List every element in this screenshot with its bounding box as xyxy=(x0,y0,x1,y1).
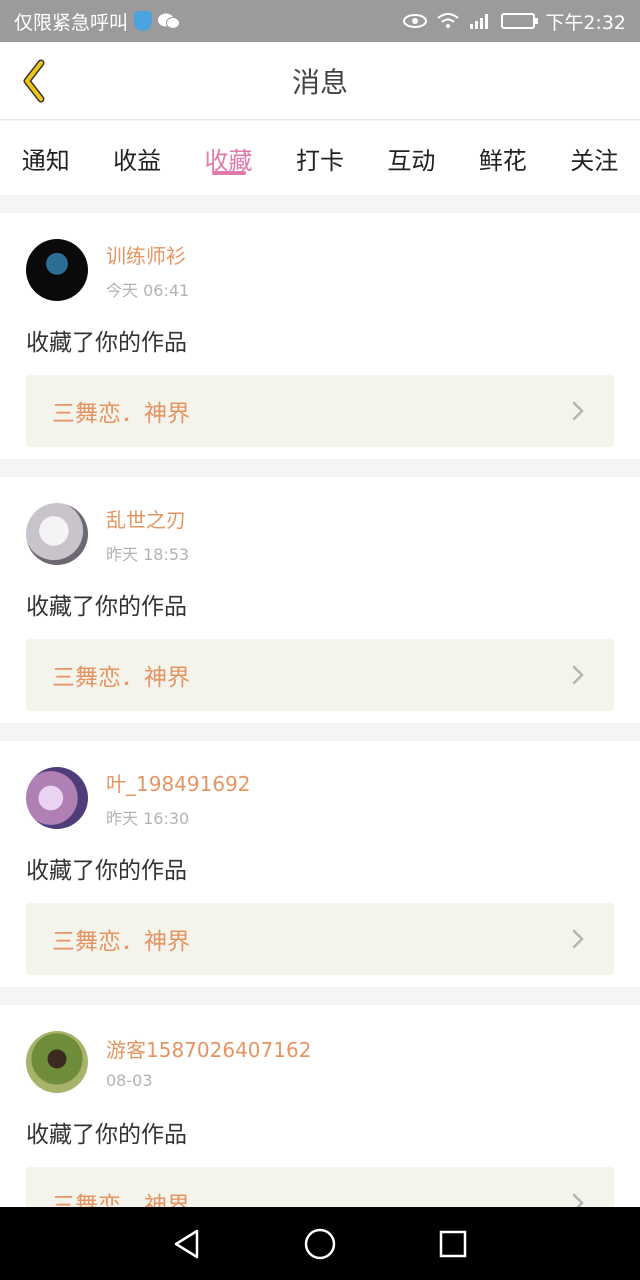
shield-icon xyxy=(134,11,153,31)
tab-bar: 通知 收益 收藏 打卡 互动 鲜花 关注 xyxy=(0,121,640,195)
timestamp: 今天 06:41 xyxy=(106,280,190,300)
tab-follow[interactable]: 关注 xyxy=(549,121,640,195)
chevron-right-icon xyxy=(568,1193,588,1207)
work-link[interactable]: 三舞恋．神界 xyxy=(26,903,614,975)
list-item: 训练师衫 今天 06:41 收藏了你的作品 三舞恋．神界 xyxy=(0,213,640,459)
list-item: 游客1587026407162 08-03 收藏了你的作品 三舞恋．神界 xyxy=(0,1005,640,1207)
action-text: 收藏了你的作品 xyxy=(26,594,187,620)
list-item: 叶_198491692 昨天 16:30 收藏了你的作品 三舞恋．神界 xyxy=(0,741,640,987)
signal-icon xyxy=(469,12,491,30)
username[interactable]: 游客1587026407162 xyxy=(106,1034,311,1063)
chevron-right-icon xyxy=(568,665,588,685)
timestamp: 昨天 18:53 xyxy=(106,544,190,564)
chevron-right-icon xyxy=(568,401,588,421)
battery-icon xyxy=(501,13,539,29)
list-item: 乱世之刃 昨天 18:53 收藏了你的作品 三舞恋．神界 xyxy=(0,477,640,723)
chevron-left-icon xyxy=(23,59,45,103)
avatar[interactable] xyxy=(26,767,88,829)
carrier-text: 仅限紧急呼叫 xyxy=(14,11,129,34)
wechat-icon xyxy=(158,12,181,30)
back-triangle-icon[interactable] xyxy=(167,1224,207,1264)
back-button[interactable] xyxy=(14,56,54,106)
username[interactable]: 叶_198491692 xyxy=(106,768,251,797)
top-header: 消息 xyxy=(0,42,640,120)
avatar[interactable] xyxy=(26,239,88,301)
recents-square-icon[interactable] xyxy=(433,1224,473,1264)
tab-checkin[interactable]: 打卡 xyxy=(274,121,365,195)
tab-interaction[interactable]: 互动 xyxy=(366,121,457,195)
tab-earnings[interactable]: 收益 xyxy=(91,121,182,195)
avatar[interactable] xyxy=(26,503,88,565)
action-text: 收藏了你的作品 xyxy=(26,858,187,884)
avatar[interactable] xyxy=(26,1031,88,1093)
action-text: 收藏了你的作品 xyxy=(26,1122,187,1148)
tab-notice[interactable]: 通知 xyxy=(0,121,91,195)
eye-icon xyxy=(403,13,428,29)
page-title: 消息 xyxy=(291,65,348,99)
action-text: 收藏了你的作品 xyxy=(26,330,187,356)
tab-flowers[interactable]: 鲜花 xyxy=(457,121,548,195)
work-link[interactable]: 三舞恋．神界 xyxy=(26,375,614,447)
timestamp: 08-03 xyxy=(106,1071,153,1090)
work-title: 三舞恋．神界 xyxy=(52,1193,190,1207)
home-circle-icon[interactable] xyxy=(300,1224,340,1264)
tab-favorites[interactable]: 收藏 xyxy=(183,121,274,195)
username[interactable]: 乱世之刃 xyxy=(106,504,189,533)
chevron-right-icon xyxy=(568,929,588,949)
work-title: 三舞恋．神界 xyxy=(52,665,190,691)
work-link[interactable]: 三舞恋．神界 xyxy=(26,639,614,711)
message-list: 训练师衫 今天 06:41 收藏了你的作品 三舞恋．神界 乱世之刃 昨天 18:… xyxy=(0,195,640,1207)
work-title: 三舞恋．神界 xyxy=(52,929,190,955)
system-nav-bar xyxy=(0,1207,640,1280)
status-bar: 仅限紧急呼叫 下午2:32 xyxy=(0,0,640,42)
work-title: 三舞恋．神界 xyxy=(52,401,190,427)
work-link[interactable]: 三舞恋．神界 xyxy=(26,1167,614,1207)
username[interactable]: 训练师衫 xyxy=(106,240,189,269)
timestamp: 昨天 16:30 xyxy=(106,808,190,828)
wifi-icon xyxy=(437,13,459,29)
status-time: 下午2:32 xyxy=(545,11,626,34)
